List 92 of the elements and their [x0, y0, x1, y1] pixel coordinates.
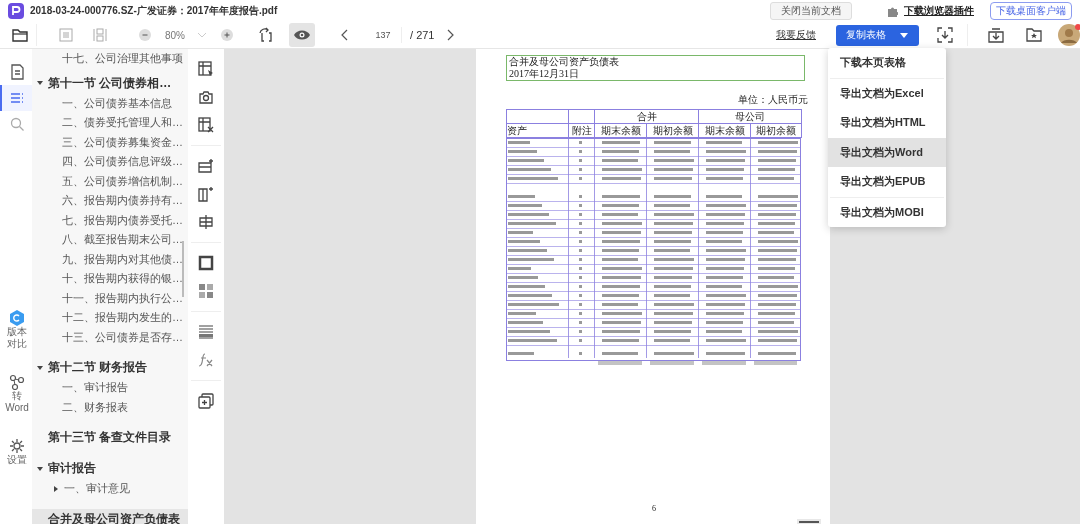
outline-item[interactable]: 五、公司债券增信机制…: [32, 171, 188, 191]
menu-item[interactable]: 下载本页表格: [828, 48, 946, 78]
menu-item[interactable]: 导出文档为EPUB: [828, 167, 946, 197]
compare-icon: [9, 310, 25, 326]
outline-item[interactable]: 十、报告期内获得的银…: [32, 269, 188, 289]
fullscreen-icon[interactable]: [937, 27, 953, 43]
settings-icon: [9, 438, 25, 454]
table-cell: [506, 109, 569, 124]
eye-toggle[interactable]: [289, 23, 315, 47]
caret-right-icon[interactable]: [53, 485, 59, 492]
menu-item[interactable]: 导出文档为Excel: [828, 78, 946, 108]
column-header: 期初余额: [646, 123, 699, 138]
puzzle-icon: [886, 5, 898, 17]
outline-item[interactable]: 十二、报告期内发生的…: [32, 308, 188, 328]
scrollbar[interactable]: [182, 241, 184, 297]
caret-down-icon[interactable]: [37, 80, 43, 86]
table-select-icon[interactable]: [198, 61, 214, 77]
camera-icon[interactable]: [198, 89, 214, 105]
publisher-logo-icon: [796, 517, 822, 524]
column-header: 期末余额: [594, 123, 647, 138]
insert-row-icon[interactable]: [198, 158, 214, 174]
copy-add-icon[interactable]: [198, 393, 214, 409]
grid-icon[interactable]: [198, 283, 214, 299]
merge-cells-icon[interactable]: [198, 214, 214, 230]
outline-item[interactable]: 一、公司债券基本信息: [32, 93, 188, 113]
graph-icon: [9, 374, 25, 390]
rotate-icon[interactable]: [257, 27, 275, 43]
close-document-button[interactable]: 关闭当前文档: [770, 2, 852, 20]
column-header: 期初余额: [750, 123, 802, 138]
rail-tab[interactable]: [0, 85, 32, 111]
outline-item[interactable]: 三、公司债券募集资金…: [32, 132, 188, 152]
outline-section[interactable]: 审计报告: [32, 458, 188, 479]
column-header: 期末余额: [698, 123, 751, 138]
outline-item[interactable]: 一、审计报告: [32, 378, 188, 398]
currency-unit: 单位：人民币元: [738, 93, 808, 107]
avatar-icon[interactable]: [1058, 24, 1080, 46]
eye-icon: [293, 29, 311, 41]
download-icon[interactable]: [988, 27, 1004, 43]
outline-item[interactable]: 七、报告期内债券受托…: [32, 210, 188, 230]
statement-date: 2017年12月31日: [509, 68, 580, 80]
search-icon: [9, 116, 25, 132]
folder-star-icon[interactable]: [1026, 28, 1042, 42]
download-client-button[interactable]: 下载桌面客户端: [990, 2, 1072, 20]
column-header: 附注: [568, 123, 595, 138]
next-page-icon[interactable]: [446, 29, 455, 41]
outline-item[interactable]: 十一、报告期内执行公…: [32, 288, 188, 308]
caret-down-icon[interactable]: [37, 364, 43, 371]
menu-item[interactable]: 导出文档为MOBI: [828, 197, 946, 227]
outline-item[interactable]: 九、报告期内对其他债…: [32, 249, 188, 269]
caret-down-icon[interactable]: [37, 465, 43, 472]
table-cell: [568, 109, 595, 124]
page-total: / 271: [410, 29, 435, 41]
document-title: 2018-03-24-000776.SZ-广发证券：2017年年度报告.pdf: [30, 4, 278, 18]
table-delete-icon[interactable]: [198, 117, 214, 133]
column-group-header: 母公司: [698, 109, 802, 124]
crop-frame-icon[interactable]: [198, 255, 214, 271]
zoom-out-icon[interactable]: [139, 29, 151, 41]
outline-item[interactable]: 十七、公司治理其他事项: [32, 49, 188, 69]
feedback-link[interactable]: 我要反馈: [776, 28, 816, 42]
menu-item[interactable]: 导出文档为Word: [828, 137, 946, 167]
outline-item[interactable]: 一、审计意见: [32, 479, 188, 499]
menu-item[interactable]: 导出文档为HTML: [828, 108, 946, 138]
outline-item[interactable]: 八、截至报告期末公司…: [32, 230, 188, 250]
outline-section[interactable]: 第十二节 财务报告: [32, 357, 188, 378]
outline-item[interactable]: 二、财务报表: [32, 397, 188, 417]
formula-icon[interactable]: [198, 352, 214, 368]
caret-icon: [900, 32, 908, 38]
outline-icon: [9, 90, 25, 106]
outline-item[interactable]: 二、债券受托管理人和…: [32, 113, 188, 133]
column-header: 资产: [506, 123, 569, 138]
folder-icon[interactable]: [12, 28, 28, 42]
app-logo-icon: [8, 3, 24, 19]
previous-page-icon[interactable]: [341, 29, 349, 41]
outline-section[interactable]: 合并及母公司资产负债表: [32, 508, 188, 524]
ocr-icon[interactable]: [198, 324, 214, 340]
column-group-header: 合并: [594, 109, 699, 124]
insert-column-icon[interactable]: [198, 186, 214, 202]
outline-item[interactable]: 四、公司债券信息评级…: [32, 152, 188, 172]
statement-title: 合并及母公司资产负债表: [509, 56, 620, 68]
rail-button[interactable]: 版本对比: [0, 305, 32, 355]
rail-button[interactable]: 转 Word: [0, 369, 32, 419]
settings-button[interactable]: 设置: [0, 433, 32, 471]
plugin-link[interactable]: 下载浏览器插件: [904, 4, 974, 18]
page-number: 6: [652, 504, 656, 513]
outline-section[interactable]: 第十三节 备查文件目录: [32, 427, 188, 448]
outline-item[interactable]: 十三、公司债券是否存…: [32, 327, 188, 347]
document-icon: [9, 64, 25, 80]
outline-item[interactable]: 六、报告期内债券持有…: [32, 191, 188, 211]
zoom-level[interactable]: 80%: [165, 29, 185, 41]
outline-section[interactable]: 第十一节 公司债券相…: [32, 72, 188, 94]
copy-table-button[interactable]: 复制表格: [836, 24, 919, 46]
zoom-in-icon[interactable]: [221, 29, 233, 41]
